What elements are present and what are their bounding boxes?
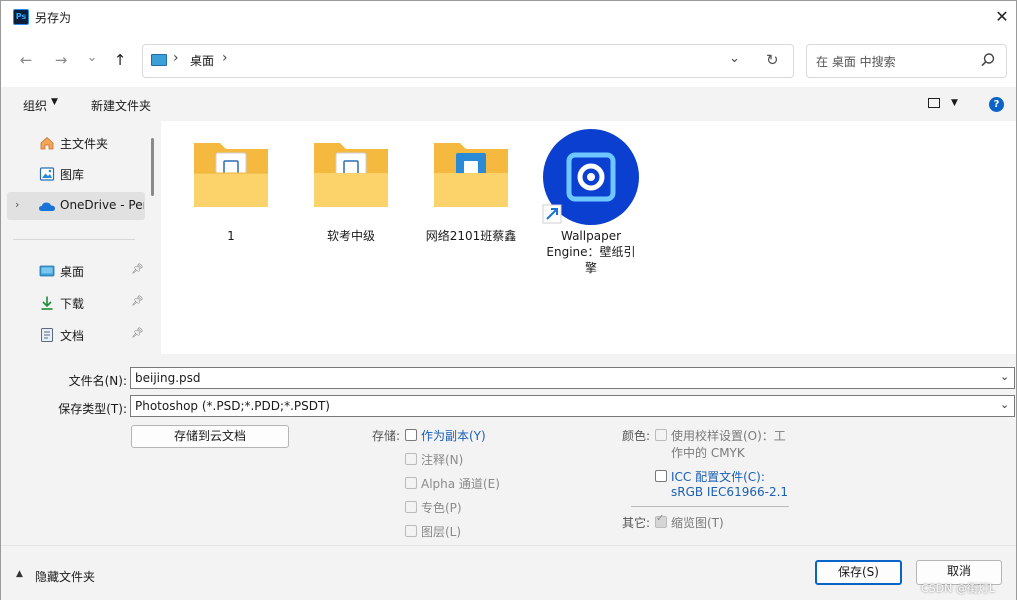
folder-item[interactable]: 1 [176, 131, 286, 244]
icc-profile-value: sRGB IEC61966-2.1 [671, 485, 789, 499]
hide-folders-button[interactable]: 隐藏文件夹 [35, 568, 95, 585]
sidebar-item-home[interactable]: 主文件夹 [7, 129, 147, 157]
home-icon [40, 136, 54, 150]
close-icon[interactable]: ✕ [991, 6, 1013, 28]
pin-icon: 📌︎ [131, 296, 144, 307]
refresh-icon[interactable]: ↻ [766, 51, 779, 69]
view-mode-icon[interactable] [928, 98, 940, 108]
sidebar-item-label: 文档 [60, 329, 85, 343]
thumbnail-label: 缩览图(T) [671, 516, 724, 530]
up-arrow-icon[interactable]: ↑ [109, 49, 131, 71]
color-options-label: 颜色: [622, 429, 651, 443]
folder-item[interactable]: 软考中级 [296, 131, 406, 244]
filename-input[interactable] [130, 367, 1015, 389]
sidebar-item-label: OneDrive - Per [60, 198, 144, 212]
pin-icon: 📌︎ [131, 264, 144, 275]
file-name: 网络2101班蔡鑫 [425, 229, 517, 243]
sidebar-item-label: 主文件夹 [60, 137, 109, 151]
as-copy-checkbox[interactable] [405, 429, 417, 441]
pin-icon: 📌︎ [131, 328, 144, 339]
file-name: 软考中级 [326, 229, 375, 243]
layers-label: 图层(L) [421, 525, 462, 539]
collapse-chevron-icon[interactable]: ▲ [16, 569, 23, 579]
file-name-line: 擎 [584, 261, 597, 275]
other-options-label: 其它: [622, 516, 651, 530]
forward-arrow-icon[interactable]: → [50, 49, 72, 71]
proof-setup-label: 使用校样设置(O)：工 [671, 429, 786, 443]
options-divider [631, 506, 789, 507]
sidebar-item-label: 图库 [60, 168, 85, 182]
back-arrow-icon[interactable]: ← [15, 49, 37, 71]
filetype-value[interactable]: Photoshop (*.PSD;*.PDD;*.PSDT) [135, 399, 330, 413]
folder-item[interactable]: 网络2101班蔡鑫 [416, 131, 526, 244]
sidebar-item-label: 桌面 [60, 265, 85, 279]
annotations-label: 注释(N) [421, 453, 464, 467]
window-title: 另存为 [35, 11, 72, 25]
new-folder-button[interactable]: 新建文件夹 [91, 97, 151, 114]
sidebar-divider [13, 239, 135, 240]
shortcut-item[interactable]: Wallpaper Engine：壁纸引 擎 [536, 127, 646, 276]
photoshop-app-icon: Ps [13, 9, 29, 25]
title-bar [1, 1, 1016, 33]
filename-label: 文件名(N): [68, 374, 127, 388]
folder-icon [434, 143, 508, 207]
sidebar-item-documents[interactable]: 文档 📌︎ [7, 321, 147, 349]
view-dropdown-icon[interactable]: ▼ [951, 98, 958, 108]
command-toolbar [1, 87, 1016, 121]
address-dropdown-icon[interactable]: ⌄ [729, 51, 740, 66]
sidebar-item-onedrive[interactable]: › OneDrive - Per [7, 192, 145, 220]
sidebar-item-downloads[interactable]: 下载 📌︎ [7, 289, 147, 317]
icc-profile-label[interactable]: ICC 配置文件(C): [671, 468, 765, 485]
filetype-label: 保存类型(T): [58, 402, 127, 416]
search-icon[interactable] [979, 51, 997, 69]
document-icon [41, 328, 53, 342]
annotations-checkbox [405, 453, 417, 465]
sidebar-item-label: 下载 [60, 297, 85, 311]
save-as-dialog: Ps 另存为 ✕ ← → ⌄ ↑ › 桌面 › ⌄ ↻ 在 桌面 中搜索 组织 … [0, 0, 1017, 600]
spot-colors-label: 专色(P) [421, 501, 462, 515]
sidebar-scrollbar[interactable] [151, 138, 154, 196]
folder-icon [194, 143, 268, 207]
as-copy-label[interactable]: 作为副本(Y) [421, 427, 486, 444]
alpha-channels-checkbox [405, 477, 417, 489]
onedrive-icon [39, 202, 55, 211]
save-options-label: 存储: [372, 429, 401, 443]
address-bar[interactable] [142, 44, 794, 78]
file-name-line: Wallpaper [560, 229, 622, 243]
proof-setup-label-line2: 作中的 CMYK [671, 446, 745, 460]
layers-checkbox [405, 525, 417, 537]
search-input[interactable]: 在 桌面 中搜索 [816, 53, 896, 70]
proof-setup-checkbox [655, 429, 667, 441]
expand-chevron-icon[interactable]: › [15, 198, 19, 211]
help-icon[interactable]: ? [989, 97, 1004, 112]
gallery-icon [39, 167, 55, 181]
file-name-line: Engine：壁纸引 [546, 245, 636, 259]
desktop-location-icon [151, 54, 167, 66]
watermark-text: CSDN @街灯L [921, 582, 995, 595]
desktop-icon [39, 265, 55, 277]
sidebar-item-gallery[interactable]: 图库 [7, 160, 147, 188]
filename-value[interactable]: beijing.psd [135, 371, 201, 385]
organize-button[interactable]: 组织 [23, 97, 47, 114]
folder-icon [314, 143, 388, 207]
save-to-cloud-button[interactable]: 存储到云文档 [131, 425, 289, 448]
alpha-channels-label: Alpha 通道(E) [421, 477, 500, 491]
breadcrumb-chevron-icon[interactable]: › [222, 50, 228, 66]
checkmark-icon: ✓ [656, 513, 665, 524]
organize-dropdown-icon[interactable]: ▼ [51, 97, 58, 107]
save-button[interactable]: 保存(S) [815, 560, 902, 585]
wallpaper-engine-icon [542, 129, 639, 225]
file-name: 1 [227, 229, 235, 243]
filename-dropdown-icon[interactable]: ⌄ [1000, 370, 1009, 383]
sidebar-item-desktop[interactable]: 桌面 📌︎ [7, 257, 147, 285]
recent-locations-chevron-icon[interactable]: ⌄ [81, 47, 103, 69]
breadcrumb-chevron-icon: › [173, 50, 179, 66]
icc-profile-checkbox[interactable] [655, 470, 667, 482]
filetype-dropdown-icon[interactable]: ⌄ [1000, 398, 1009, 411]
spot-colors-checkbox [405, 501, 417, 513]
breadcrumb-desktop[interactable]: 桌面 [190, 52, 214, 69]
download-icon [41, 296, 53, 310]
